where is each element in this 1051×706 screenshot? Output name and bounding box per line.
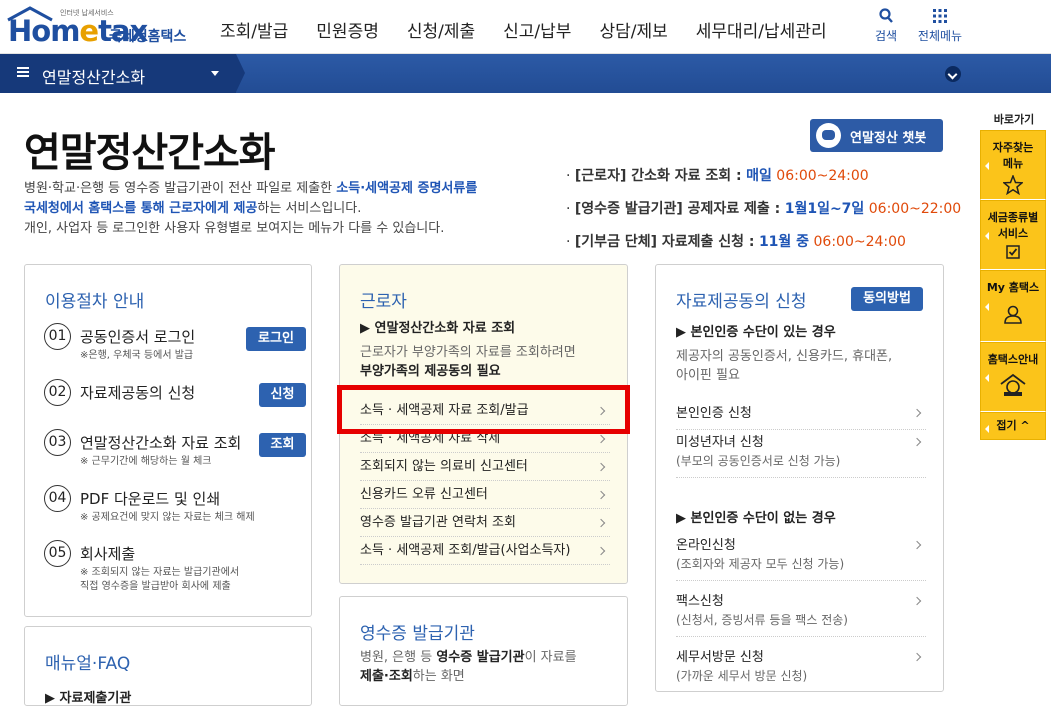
quick-item-my-hometax[interactable]: My 홈택스 (980, 270, 1046, 342)
issuer-description: 병원, 은행 등 영수증 발급기관이 자료를 제출·조회하는 화면 (360, 650, 577, 684)
chatbot-icon (816, 123, 841, 148)
main-nav: 조회/발급 민원증명 신청/제출 신고/납부 상담/제보 세무대리/납세관리 (220, 17, 855, 42)
worker-title: 근로자 (360, 292, 407, 312)
consent-link[interactable]: 온라인신청 (조회자와 제공자 모두 신청 가능) (676, 533, 926, 581)
consent-panel: 자료제공동의 신청 동의방법 ▶ 본인인증 수단이 있는 경우 제공자의 공동인… (655, 264, 944, 692)
search-icon (879, 8, 893, 23)
selection-highlight-box (337, 385, 630, 434)
manual-title: 매뉴얼·FAQ (45, 654, 131, 674)
manual-faq-panel: 매뉴얼·FAQ ▶ 자료제출기관 (24, 626, 312, 706)
page-description: 병원·학교·은행 등 영수증 발급기관이 전산 파일로 제출한 소득·세액공제 … (24, 181, 478, 236)
quick-item-guide[interactable]: 홈택스안내 (980, 342, 1046, 412)
schedule-list: · [근로자] 간소화 자료 조회 : 매일 06:00~24:00 · [영수… (566, 160, 961, 259)
schedule-item: · [영수증 발급기관] 공제자료 제출 : 1월1일~7일 06:00~22:… (566, 201, 962, 217)
consent-title: 자료제공동의 신청 (676, 292, 807, 312)
nav-item[interactable]: 세무대리/납세관리 (696, 17, 827, 42)
consent-method-button[interactable]: 동의방법 (851, 287, 923, 311)
consent-section-desc: 제공자의 공동인증서, 신용카드, 휴대폰, 아이핀 필요 (676, 349, 893, 383)
quick-item-favorites[interactable]: 자주찾는 메뉴 (980, 130, 1046, 200)
chatbot-label: 연말정산 챗봇 (850, 131, 927, 146)
issuer-panel: 영수증 발급기관 병원, 은행 등 영수증 발급기관이 자료를 제출·조회하는 화… (339, 596, 628, 706)
location-title: 연말정산간소화 (42, 68, 146, 87)
worker-description: 근로자가 부양가족의 자료를 조회하려면 부양가족의 제공동의 필요 (360, 345, 576, 379)
star-icon (1003, 175, 1023, 195)
consent-link-list-2: 온라인신청 (조회자와 제공자 모두 신청 가능) 팩스신청 (신청서, 증빙서류 … (676, 533, 926, 692)
checkbox-icon (1006, 245, 1020, 259)
consent-link[interactable]: 본인인증 신청 (676, 401, 926, 430)
nav-item[interactable]: 신청/제출 (407, 17, 475, 42)
hometax-logo[interactable]: 인터넷 납세서비스 Hometax 국세청홈택스 (6, 4, 191, 48)
page-title: 연말정산간소화 (24, 130, 276, 176)
inquiry-button[interactable]: 조회 (259, 433, 306, 457)
search-button[interactable]: 검색 (872, 8, 900, 44)
nav-item[interactable]: 조회/발급 (220, 17, 288, 42)
consent-link[interactable]: 세무서방문 신청 (가까운 세무서 방문 신청) (676, 645, 926, 692)
user-icon (1004, 305, 1022, 324)
schedule-item: · [기부금 단체] 자료제출 신청 : 11월 중 06:00~24:00 (566, 234, 906, 250)
login-button[interactable]: 로그인 (246, 327, 306, 351)
schedule-item: · [근로자] 간소화 자료 조회 : 매일 06:00~24:00 (566, 168, 869, 184)
top-header: 인터넷 납세서비스 Hometax 국세청홈택스 조회/발급 민원증명 신청/제… (0, 0, 1051, 54)
all-menu-label: 전체메뉴 (917, 29, 963, 43)
info-icon (1000, 373, 1026, 396)
nav-item[interactable]: 신고/납부 (503, 17, 571, 42)
worker-link[interactable]: 소득 · 세액공제 조회/발급(사업소득자) (360, 537, 610, 565)
nav-item[interactable]: 상담/제보 (599, 17, 667, 42)
consent-section-no-auth: ▶ 본인인증 수단이 없는 경우 (676, 511, 836, 526)
chatbot-button[interactable]: 연말정산 챗봇 (810, 119, 943, 152)
consent-link[interactable]: 팩스신청 (신청서, 증빙서류 등을 팩스 전송) (676, 589, 926, 637)
all-menu-button[interactable]: 전체메뉴 (914, 8, 966, 44)
search-label: 검색 (874, 29, 898, 43)
consent-section-with-auth: ▶ 본인인증 수단이 있는 경우 (676, 325, 836, 340)
issuer-title: 영수증 발급기관 (360, 624, 475, 644)
quick-item-tax-service[interactable]: 세금종류별 서비스 (980, 200, 1046, 270)
logo-subtitle: 국세청홈택스 (109, 29, 187, 45)
breadcrumb-arrow (236, 54, 245, 92)
worker-link[interactable]: 조회되지 않는 의료비 신고센터 (360, 453, 610, 481)
grid-menu-icon (933, 9, 947, 23)
location-bar: 연말정산간소화 (0, 54, 1051, 93)
hamburger-icon (17, 67, 29, 77)
quick-menu-title: 바로가기 (993, 113, 1035, 126)
procedure-title: 이용절차 안내 (45, 292, 145, 312)
manual-item[interactable]: ▶ 자료제출기관 (45, 687, 131, 706)
nav-item[interactable]: 민원증명 (316, 17, 379, 42)
quick-menu: 바로가기 자주찾는 메뉴 세금종류별 서비스 My 홈택스 홈택스안내 접기 ^ (980, 110, 1048, 440)
worker-section-title: ▶ 연말정산간소화 자료 조회 (360, 321, 516, 336)
worker-link[interactable]: 신용카드 오류 신고센터 (360, 481, 610, 509)
quick-collapse-button[interactable]: 접기 ^ (980, 412, 1046, 440)
worker-link[interactable]: 영수증 발급기관 연락처 조회 (360, 509, 610, 537)
apply-button[interactable]: 신청 (259, 383, 306, 407)
chevron-down-icon[interactable] (945, 66, 961, 82)
consent-link-list-1: 본인인증 신청 미성년자녀 신청 (부모의 공동인증서로 신청 가능) (676, 401, 926, 478)
caret-down-icon (211, 71, 219, 76)
location-dropdown[interactable]: 연말정산간소화 (0, 54, 236, 93)
consent-link[interactable]: 미성년자녀 신청 (부모의 공동인증서로 신청 가능) (676, 430, 926, 478)
